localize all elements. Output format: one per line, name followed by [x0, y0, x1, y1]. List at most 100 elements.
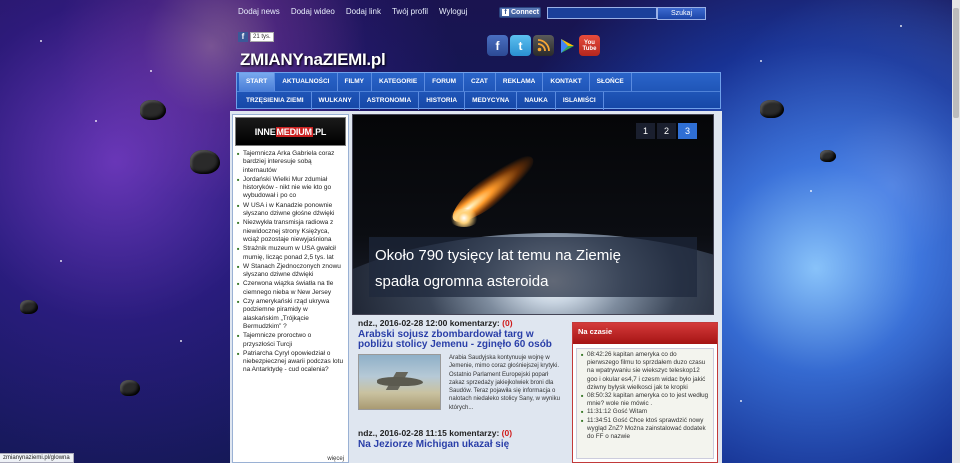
- menu-item-history[interactable]: HISTORIA: [419, 91, 466, 110]
- menu-item-films[interactable]: FILMY: [338, 73, 372, 91]
- facebook-icon[interactable]: f: [487, 35, 508, 56]
- site-logo[interactable]: ZMIANYnaZIEMI.pl: [240, 50, 386, 70]
- asteroid: [140, 100, 166, 120]
- add-video-link[interactable]: Dodaj wideo: [291, 7, 335, 16]
- menu-item-medicine[interactable]: MEDYCYNA: [465, 91, 518, 110]
- star: [760, 60, 762, 62]
- sidebar-item[interactable]: Tajemnicza Arka Gabriela coraz bardziej …: [237, 150, 344, 175]
- sidebar-item[interactable]: Patriarcha Cyryl opowiedział o niebezpie…: [237, 350, 344, 375]
- banner-text-mid: MEDIUM: [275, 126, 313, 137]
- sidebar-more-link[interactable]: więcej: [327, 456, 344, 462]
- menu-row-1: START AKTUALNOŚCI FILMY KATEGORIE FORUM …: [237, 73, 720, 91]
- menu-item-contact[interactable]: KONTAKT: [543, 73, 590, 91]
- feed-item: 08:42:26 kapitan ameryka co do pierwszeg…: [581, 351, 709, 392]
- top-nav: Dodaj news Dodaj wideo Dodaj link Twój p…: [238, 7, 478, 16]
- search-input[interactable]: [547, 7, 657, 19]
- article-comments-label: komentarzy:: [449, 428, 500, 438]
- logout-link[interactable]: Wyloguj: [439, 7, 467, 16]
- rss-icon[interactable]: [533, 35, 554, 56]
- menu-row-2: TRZĘSIENIA ZIEMI WULKANY ASTRONOMIA HIST…: [237, 91, 720, 110]
- like-count: 21 tys.: [250, 32, 274, 42]
- facebook-connect-button[interactable]: f Connect: [499, 7, 541, 18]
- article-excerpt: Arabia Saudyjska kontynuuje wojnę w Jeme…: [449, 355, 560, 411]
- meteor-core: [449, 209, 479, 227]
- featured-slider[interactable]: 1 2 3 Około 790 tysięcy lat temu na Ziem…: [352, 114, 714, 315]
- banner-text-right: .PL: [312, 126, 327, 137]
- article-meta: ndz., 2016-02-28 12:00 komentarzy: (0): [358, 318, 566, 328]
- article-meta: ndz., 2016-02-28 11:15 komentarzy: (0): [358, 428, 566, 438]
- sidebar-item[interactable]: Czerwona wiązka światła na tle ciemnego …: [237, 280, 344, 297]
- twitter-icon[interactable]: t: [510, 35, 531, 56]
- na-czasie-header: Na czasie: [573, 323, 717, 344]
- na-czasie-feed: 08:42:26 kapitan ameryka co do pierwszeg…: [576, 348, 714, 459]
- star: [740, 400, 742, 402]
- feed-item: 11:31:12 Gość Witam: [581, 408, 709, 416]
- na-czasie-box: Na czasie 08:42:26 kapitan ameryka co do…: [572, 322, 718, 463]
- menu-item-start[interactable]: START: [239, 73, 276, 91]
- page-scrollbar[interactable]: [952, 0, 960, 463]
- menu-item-volcanoes[interactable]: WULKANY: [312, 91, 360, 110]
- article-title[interactable]: Arabski sojusz zbombardował targ w pobli…: [358, 330, 566, 350]
- facebook-icon: f: [502, 9, 509, 16]
- star: [180, 340, 182, 342]
- slider-pager: 1 2 3: [636, 123, 697, 139]
- article-comments-label: komentarzy:: [449, 318, 500, 328]
- main-menu: START AKTUALNOŚCI FILMY KATEGORIE FORUM …: [236, 72, 721, 110]
- article-thumbnail[interactable]: [358, 354, 441, 410]
- article-date: ndz., 2016-02-28 12:00: [358, 318, 448, 328]
- banner-text-left: INNE: [254, 126, 276, 137]
- sidebar-item[interactable]: Strażnik muzeum w USA gwałcił mumię, lic…: [237, 245, 344, 262]
- article-comments-count[interactable]: (0): [502, 318, 512, 328]
- search-button[interactable]: Szukaj: [657, 7, 706, 20]
- article-body: Arabia Saudyjska kontynuuje wojnę w Jeme…: [358, 354, 566, 414]
- scrollbar-thumb[interactable]: [953, 8, 959, 118]
- star: [900, 25, 902, 27]
- facebook-icon: f: [238, 32, 248, 42]
- sidebar-list: Tajemnicza Arka Gabriela coraz bardziej …: [233, 148, 348, 375]
- article-date: ndz., 2016-02-28 11:15: [358, 428, 447, 438]
- menu-item-science[interactable]: NAUKA: [517, 91, 556, 110]
- menu-item-earthquakes[interactable]: TRZĘSIENIA ZIEMI: [239, 91, 312, 110]
- article-comments-count[interactable]: (0): [502, 428, 512, 438]
- profile-link[interactable]: Twój profil: [392, 7, 428, 16]
- sidebar-item[interactable]: Czy amerykański rząd ukrywa podziemne pi…: [237, 298, 344, 331]
- social-icons: f t You Tube: [487, 35, 600, 56]
- slider-page-2[interactable]: 2: [657, 123, 676, 139]
- feed-item: 08:50:32 kapitan ameryka co to jest wedł…: [581, 392, 709, 408]
- slider-caption-line1: Około 790 tysięcy lat temu na Ziemię: [375, 247, 621, 264]
- slider-page-1[interactable]: 1: [636, 123, 655, 139]
- menu-item-sun[interactable]: SŁOŃCE: [590, 73, 632, 91]
- star: [810, 190, 812, 192]
- menu-item-news[interactable]: AKTUALNOŚCI: [275, 73, 338, 91]
- youtube-icon[interactable]: You Tube: [579, 35, 600, 56]
- menu-item-astronomy[interactable]: ASTRONOMIA: [360, 91, 420, 110]
- star: [40, 40, 42, 42]
- status-bar-url: zmianynaziemi.pl/glowna: [0, 453, 74, 463]
- slider-caption[interactable]: Około 790 tysięcy lat temu na Ziemię spa…: [369, 237, 697, 297]
- sidebar-item[interactable]: Tajemnicze proroctwo o przyszłości Turcj…: [237, 332, 344, 349]
- menu-item-islamists[interactable]: ISLAMIŚCI: [556, 91, 604, 110]
- asteroid: [120, 380, 140, 396]
- sidebar-item[interactable]: W USA i w Kanadzie ponownie słyszano dzi…: [237, 202, 344, 219]
- inne-medium-banner[interactable]: INNE MEDIUM .PL: [235, 117, 346, 146]
- star: [150, 70, 152, 72]
- sidebar-item[interactable]: Niezwykła transmisja radiowa z niewidocz…: [237, 219, 344, 244]
- sidebar-item[interactable]: W Stanach Zjednoczonych znowu słyszano d…: [237, 263, 344, 280]
- asteroid: [190, 150, 220, 174]
- star: [60, 260, 62, 262]
- play-icon[interactable]: [556, 35, 577, 56]
- menu-item-categories[interactable]: KATEGORIE: [372, 73, 426, 91]
- add-link-link[interactable]: Dodaj link: [346, 7, 381, 16]
- asteroid: [20, 300, 38, 314]
- slider-page-3[interactable]: 3: [678, 123, 697, 139]
- menu-item-chat[interactable]: CZAT: [464, 73, 496, 91]
- sidebar-item[interactable]: Jordański Wielki Mur zdumiał historyków …: [237, 176, 344, 201]
- slider-caption-line2: spadła ogromna asteroida: [375, 273, 549, 290]
- sidebar: INNEMEDIUM.PL Tajemnicza Arka Gabriela c…: [232, 114, 349, 463]
- add-news-link[interactable]: Dodaj news: [238, 7, 280, 16]
- asteroid: [760, 100, 784, 118]
- article-title[interactable]: Na Jeziorze Michigan ukazał się: [358, 440, 566, 450]
- menu-item-forum[interactable]: FORUM: [425, 73, 465, 91]
- menu-item-ads[interactable]: REKLAMA: [496, 73, 544, 91]
- facebook-like-box[interactable]: f 21 tys.: [238, 32, 274, 42]
